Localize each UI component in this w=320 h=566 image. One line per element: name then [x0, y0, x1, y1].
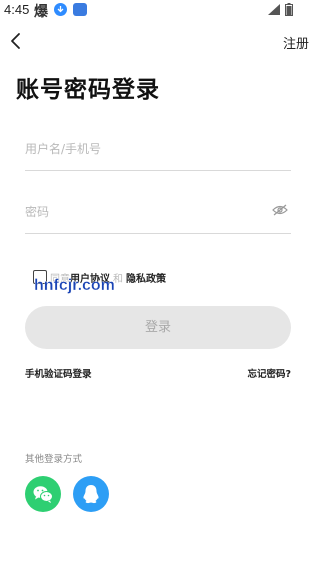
- wechat-login-button[interactable]: [25, 476, 61, 512]
- username-input[interactable]: [25, 137, 265, 161]
- password-field-container: [25, 194, 291, 234]
- wechat-icon: [33, 486, 53, 503]
- login-button[interactable]: 登录: [25, 306, 291, 349]
- status-time: 4:45: [4, 2, 30, 17]
- notification-app-icon: 爆: [34, 4, 48, 20]
- app-notification-icon: [73, 3, 87, 16]
- privacy-policy-link[interactable]: 隐私政策: [126, 270, 166, 285]
- battery-icon: [285, 3, 293, 16]
- page-title: 账号密码登录: [16, 77, 160, 103]
- download-icon: [54, 3, 67, 16]
- forgot-password-link[interactable]: 忘记密码?: [247, 366, 291, 380]
- qq-login-button[interactable]: [73, 476, 109, 512]
- watermark: hnfcjr.com: [34, 277, 115, 294]
- signal-icon: [268, 4, 280, 15]
- status-bar: 4:45 爆: [0, 0, 317, 22]
- password-input[interactable]: [25, 200, 265, 224]
- register-button[interactable]: 注册: [283, 33, 309, 52]
- eye-closed-icon[interactable]: [272, 204, 288, 216]
- username-field-container: [25, 131, 291, 171]
- qq-icon: [83, 485, 99, 504]
- other-login-label: 其他登录方式: [25, 454, 83, 465]
- back-arrow-icon[interactable]: [8, 32, 24, 50]
- sms-login-link[interactable]: 手机验证码登录: [25, 366, 92, 380]
